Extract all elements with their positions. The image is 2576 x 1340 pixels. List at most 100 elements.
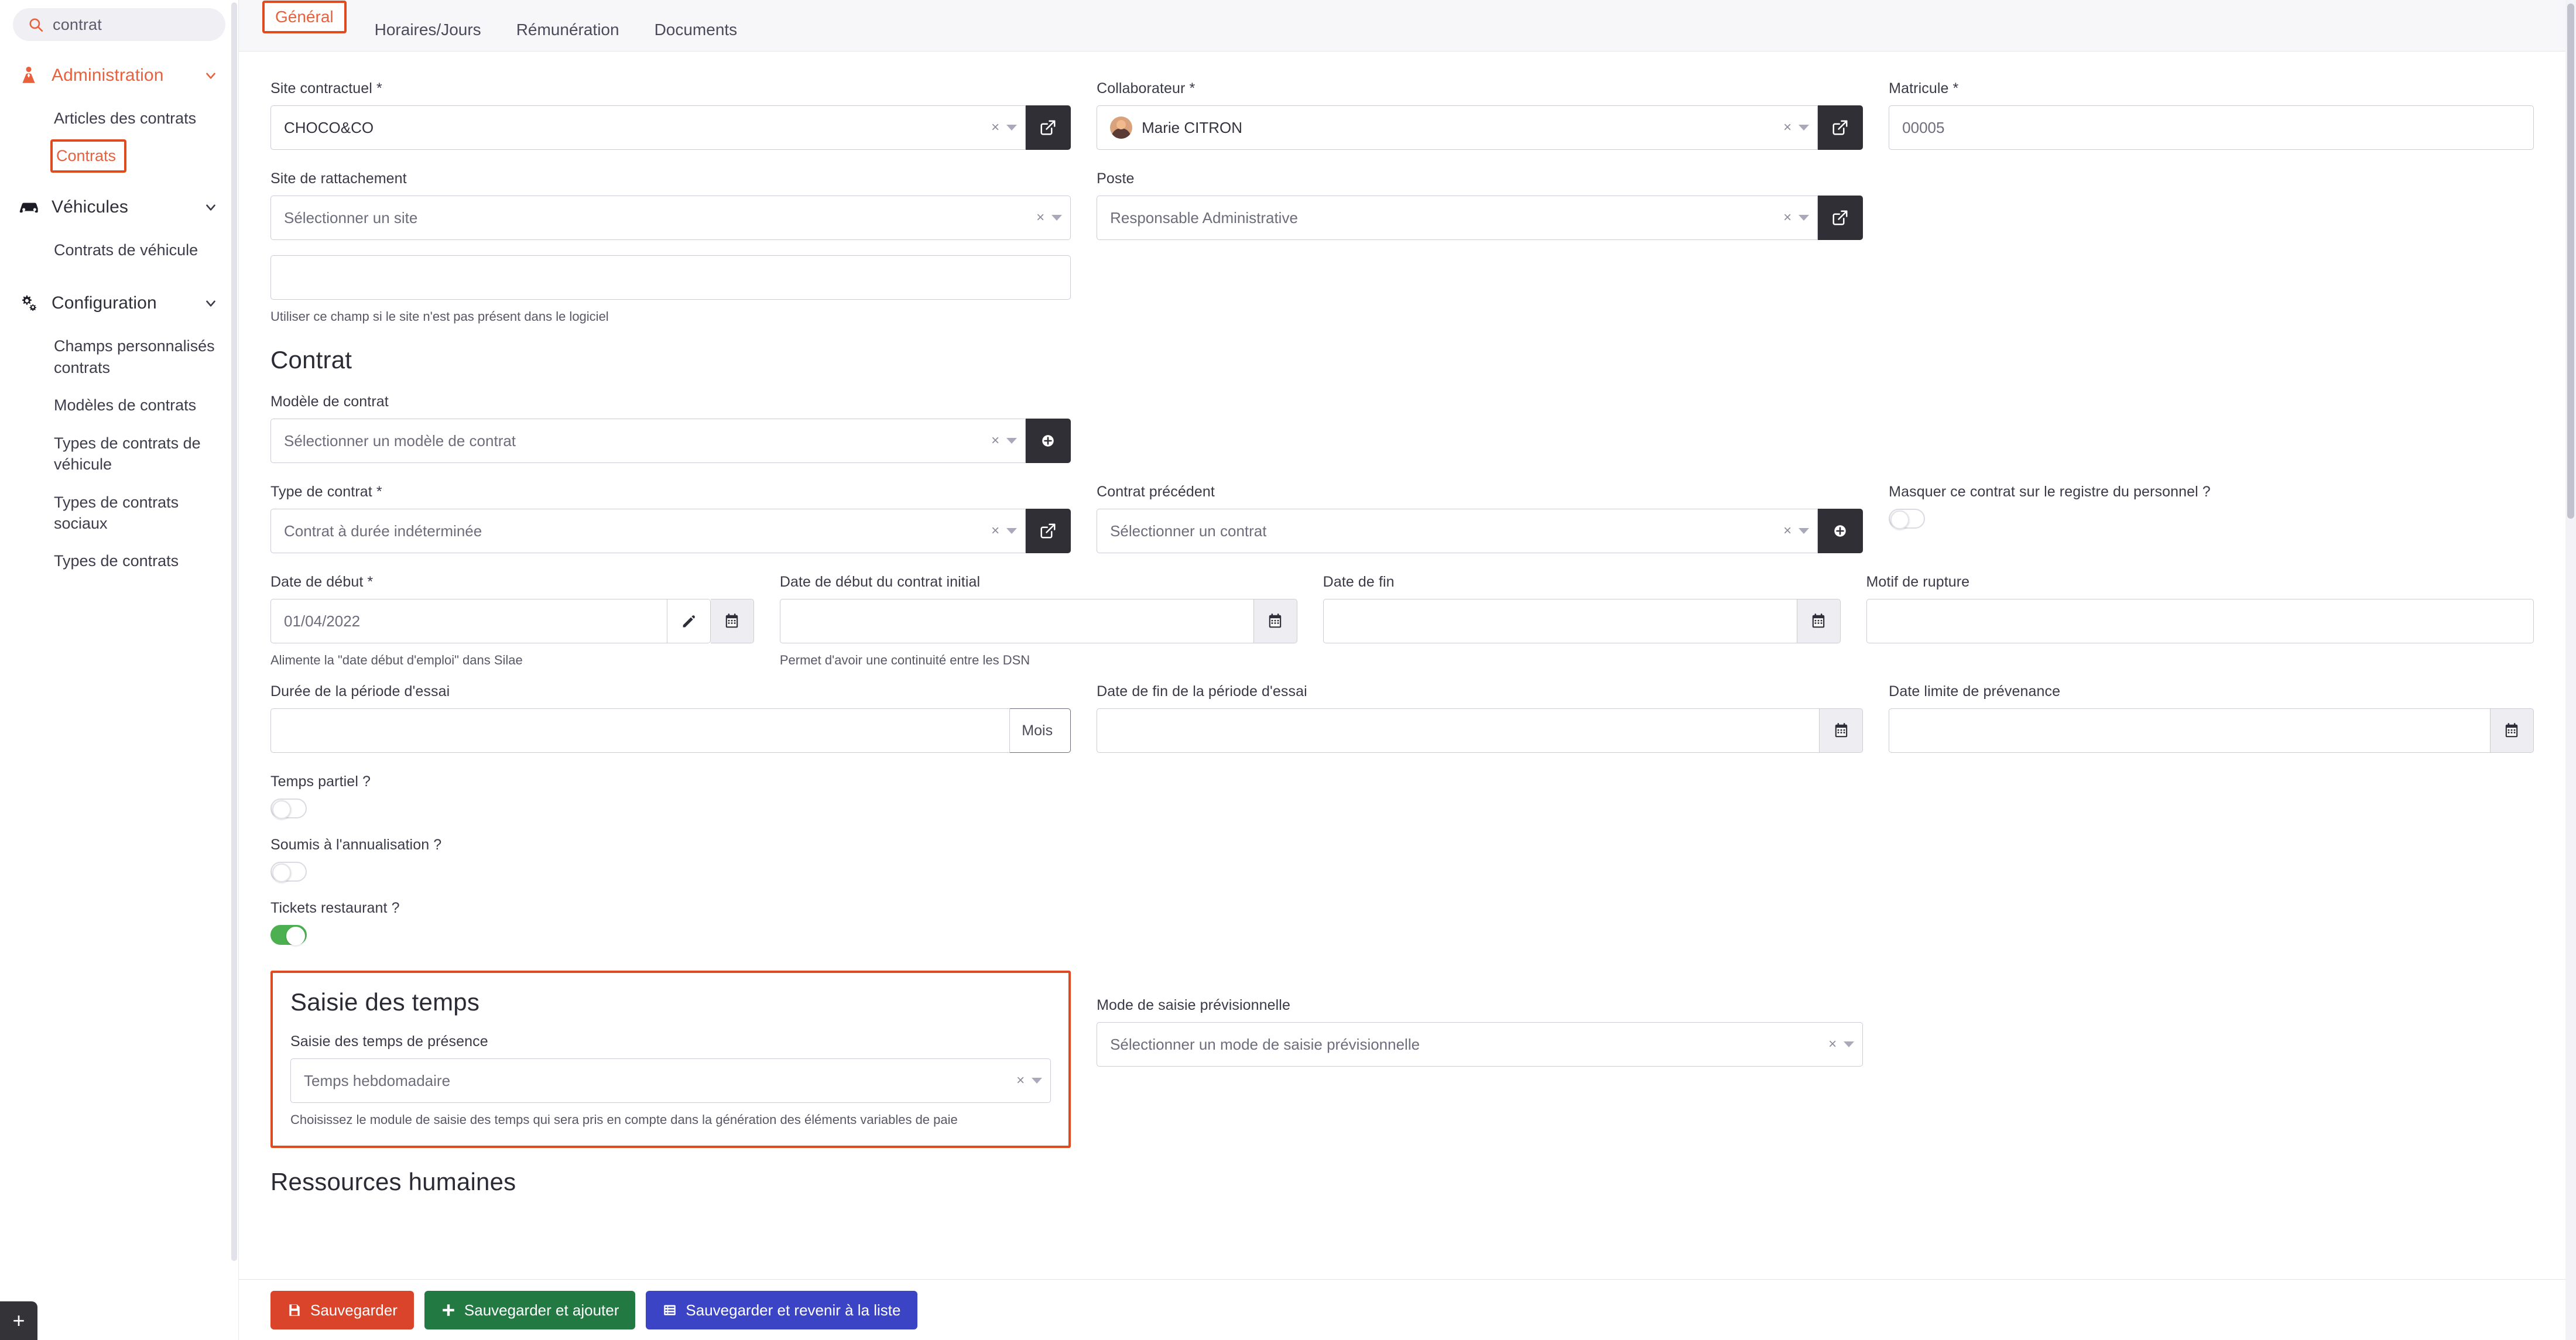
clear-icon[interactable]: × [991, 523, 999, 539]
save-icon [287, 1303, 302, 1318]
chevron-down-icon[interactable] [1006, 438, 1018, 444]
mode-previsionnelle-select[interactable]: Sélectionner un mode de saisie prévision… [1097, 1022, 1864, 1067]
main-scrollbar[interactable] [2565, 0, 2576, 1340]
field-placeholder: Sélectionner un contrat [1110, 522, 1267, 540]
saisie-des-temps-section: Saisie des temps Saisie des temps de pré… [270, 971, 1071, 1148]
sidebar-links-administration: Articles des contrats Contrats [0, 97, 238, 175]
modele-contrat-select[interactable]: Sélectionner un modèle de contrat × [270, 419, 1026, 463]
open-site-contractuel-button[interactable] [1025, 105, 1071, 150]
sidebar-item-types-de-contrats[interactable]: Types de contrats [0, 542, 238, 580]
collaborateur-select[interactable]: Marie CITRON × [1097, 105, 1818, 150]
chevron-down-icon[interactable] [1844, 1041, 1855, 1047]
chevron-down-icon [203, 296, 218, 311]
chevron-down-icon [203, 68, 218, 83]
temps-partiel-toggle[interactable] [270, 798, 307, 819]
main-scrollbar-thumb[interactable] [2567, 4, 2574, 519]
chevron-down-icon[interactable] [1799, 528, 1810, 534]
save-button-label: Sauvegarder [310, 1301, 398, 1319]
site-rattachement-select[interactable]: Sélectionner un site × [270, 196, 1071, 240]
motif-rupture-input[interactable] [1866, 599, 2534, 643]
date-debut-calendar-button[interactable] [710, 599, 754, 643]
field-date-fin: Date de fin [1323, 573, 1866, 670]
sidebar-item-champs-personnalises-contrats[interactable]: Champs personnalisés contrats [0, 327, 238, 386]
open-type-contrat-button[interactable] [1025, 509, 1071, 553]
field-value: Temps hebdomadaire [304, 1071, 451, 1089]
sidebar-item-articles-des-contrats[interactable]: Articles des contrats [0, 100, 238, 137]
date-limite-prevenance-input[interactable] [1889, 708, 2491, 753]
date-fin-calendar-button[interactable] [1797, 599, 1841, 643]
sidebar-item-types-de-contrats-de-vehicule[interactable]: Types de contrats de véhicule [0, 424, 238, 484]
tickets-restaurant-toggle[interactable] [270, 925, 307, 945]
chevron-down-icon[interactable] [1799, 215, 1810, 221]
date-debut-initial-input[interactable] [779, 599, 1254, 643]
site-libre-input[interactable] [270, 255, 1071, 300]
sidebar-group-vehicules[interactable]: Véhicules [0, 186, 238, 229]
date-fin-essai-calendar-button[interactable] [1820, 708, 1864, 753]
clear-icon[interactable]: × [1036, 210, 1044, 226]
clear-icon[interactable]: × [1783, 523, 1791, 539]
sidebar-item-contrats[interactable]: Contrats [50, 139, 127, 173]
poste-select[interactable]: Responsable Administrative × [1097, 196, 1818, 240]
field-placeholder: Sélectionner un site [284, 208, 418, 227]
annualisation-toggle[interactable] [270, 862, 307, 882]
date-debut-input[interactable]: 01/04/2022 [270, 599, 667, 643]
chevron-down-icon[interactable] [1006, 528, 1018, 534]
date-fin-essai-input[interactable] [1097, 708, 1820, 753]
search-input[interactable]: contrat [13, 8, 225, 41]
tab-documents[interactable]: Documents [637, 22, 755, 51]
plus-icon: + [12, 1308, 25, 1332]
chevron-down-icon[interactable] [1032, 1078, 1043, 1084]
field-label: Saisie des temps de présence [290, 1033, 488, 1050]
sidebar-item-modeles-de-contrats[interactable]: Modèles de contrats [0, 386, 238, 424]
sidebar-item-types-de-contrats-sociaux[interactable]: Types de contrats sociaux [0, 484, 238, 543]
clear-icon[interactable]: × [1828, 1036, 1837, 1053]
date-fin-input[interactable] [1323, 599, 1797, 643]
section-title-ressources-humaines: Ressources humaines [270, 1168, 516, 1195]
site-contractuel-select[interactable]: CHOCO&CO × [270, 105, 1026, 150]
tab-remuneration[interactable]: Rémunération [499, 22, 637, 51]
date-limite-prevenance-calendar-button[interactable] [2490, 708, 2534, 753]
chevron-down-icon[interactable] [1051, 215, 1063, 221]
duree-essai-input[interactable] [270, 708, 1010, 753]
save-and-back-button[interactable]: Sauvegarder et revenir à la liste [646, 1290, 917, 1329]
save-button[interactable]: Sauvegarder [270, 1290, 414, 1329]
add-modele-contrat-button[interactable] [1025, 419, 1071, 463]
field-help: Choisissez le module de saisie des temps… [290, 1112, 958, 1127]
type-contrat-select[interactable]: Contrat à durée indéterminée × [270, 509, 1026, 553]
matricule-input[interactable]: 00005 [1889, 105, 2534, 150]
date-debut-edit-button[interactable] [667, 599, 711, 643]
date-debut-initial-calendar-button[interactable] [1253, 599, 1297, 643]
add-contrat-precedent-button[interactable] [1817, 509, 1864, 553]
chevron-down-icon[interactable] [1799, 125, 1810, 131]
tab-general[interactable]: Général [262, 1, 347, 33]
add-floating-button[interactable]: + [0, 1301, 37, 1340]
open-poste-button[interactable] [1817, 196, 1864, 240]
clear-icon[interactable]: × [991, 119, 999, 136]
clear-icon[interactable]: × [1783, 210, 1791, 226]
sidebar-item-contrats-de-vehicule[interactable]: Contrats de véhicule [0, 231, 238, 269]
clear-icon[interactable]: × [1783, 119, 1791, 136]
sidebar-group-configuration[interactable]: Configuration [0, 282, 238, 325]
field-collaborateur: Collaborateur * Marie CITRON × [1097, 80, 1889, 150]
contrat-precedent-select[interactable]: Sélectionner un contrat × [1097, 509, 1818, 553]
field-help: Permet d'avoir une continuité entre les … [779, 653, 1030, 667]
clear-icon[interactable]: × [991, 433, 999, 449]
saisie-presence-select[interactable]: Temps hebdomadaire × [290, 1058, 1051, 1103]
masquer-registre-toggle[interactable] [1889, 509, 1926, 529]
open-collaborateur-button[interactable] [1817, 105, 1864, 150]
select-tools: × [982, 433, 1018, 449]
select-tools: × [1774, 210, 1810, 226]
field-value: 00005 [1902, 118, 1945, 136]
chevron-down-icon[interactable] [1006, 125, 1018, 131]
sidebar-group-administration[interactable]: Administration [0, 54, 238, 97]
plus-icon [441, 1303, 456, 1318]
tab-horaires-jours[interactable]: Horaires/Jours [357, 22, 499, 51]
select-tools: × [982, 119, 1018, 136]
duree-essai-unit-select[interactable]: Mois [1009, 708, 1071, 753]
field-duree-essai: Durée de la période d'essai Mois [270, 683, 1097, 753]
save-and-add-button[interactable]: Sauvegarder et ajouter [424, 1290, 636, 1329]
field-label: Mode de saisie prévisionnelle [1097, 997, 1290, 1013]
row-type-contrat: Type de contrat * Contrat à durée indéte… [270, 483, 2534, 553]
clear-icon[interactable]: × [1016, 1072, 1025, 1089]
sidebar-group-label: Véhicules [52, 197, 128, 217]
